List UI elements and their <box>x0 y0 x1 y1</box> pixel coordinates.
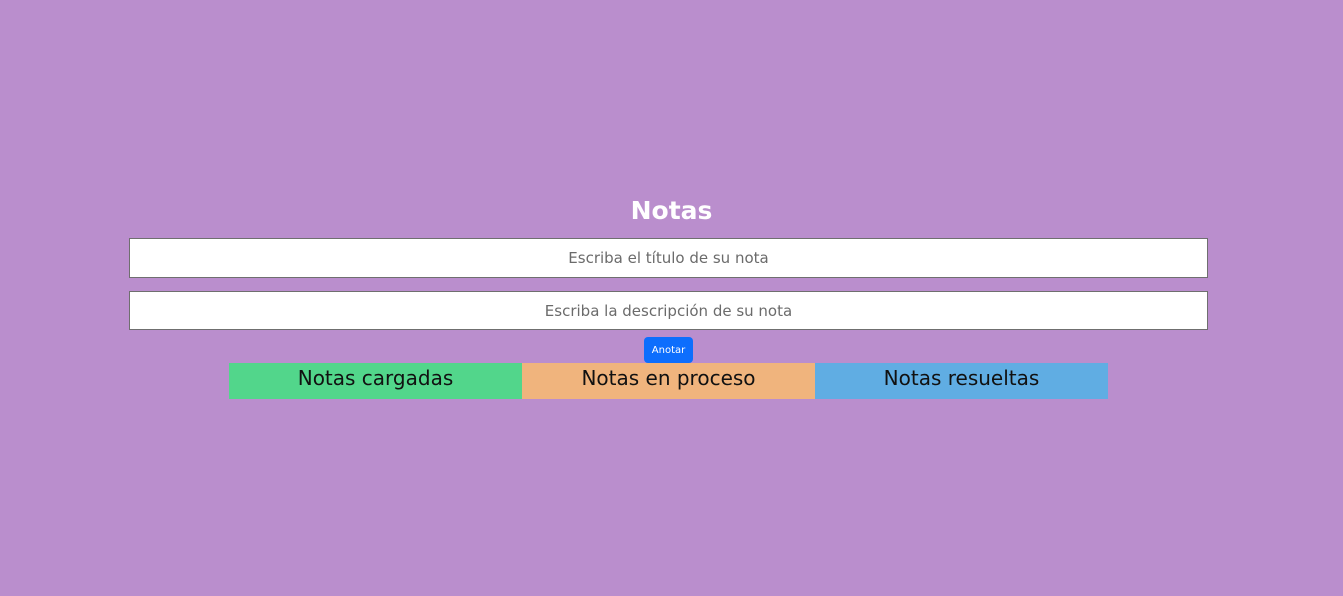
note-description-input[interactable] <box>129 291 1208 330</box>
add-note-button[interactable]: Anotar <box>644 337 693 363</box>
page: Notas Anotar Notas cargadas Notas en pro… <box>0 0 1343 596</box>
column-resolved-notes: Notas resueltas <box>815 363 1108 399</box>
column-loaded-notes: Notas cargadas <box>229 363 522 399</box>
notes-columns: Notas cargadas Notas en proceso Notas re… <box>229 363 1108 399</box>
page-title: Notas <box>630 196 713 225</box>
column-in-progress-notes: Notas en proceso <box>522 363 815 399</box>
note-title-input[interactable] <box>129 238 1208 278</box>
